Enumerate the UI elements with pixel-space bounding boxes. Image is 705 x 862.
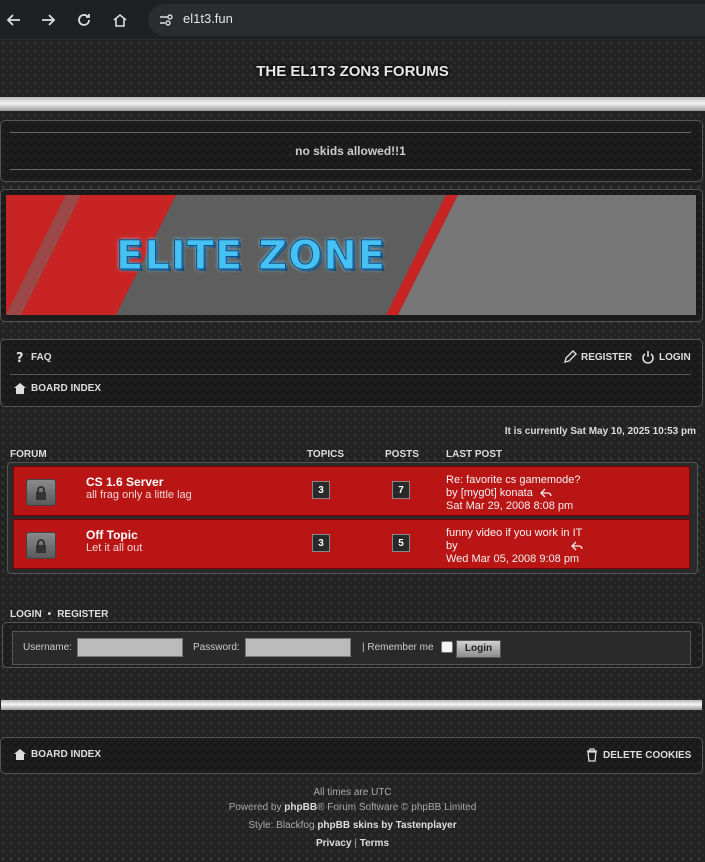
last-post-by: by <box>446 487 458 499</box>
last-post-time: Sat Mar 29, 2008 8:08 pm <box>446 500 574 512</box>
header-divider <box>0 97 705 111</box>
last-post-author-link[interactable]: [myg0t] konata <box>461 487 533 499</box>
home-icon <box>14 383 26 394</box>
login-form: Username: Password: | Remember me Login <box>12 631 691 665</box>
topics-count: 3 <box>312 481 330 499</box>
back-button[interactable] <box>0 6 28 34</box>
login-label: LOGIN <box>659 351 691 363</box>
login-header-link[interactable]: LOGIN <box>10 609 42 620</box>
board-index-label: BOARD INDEX <box>31 382 102 394</box>
footer-board-index-label: BOARD INDEX <box>31 748 102 760</box>
view-latest-post-icon[interactable] <box>570 541 583 551</box>
topics-count: 3 <box>312 534 330 552</box>
pencil-icon <box>564 350 577 363</box>
col-forum: FORUM <box>10 449 47 460</box>
powered-prefix: Powered by <box>228 802 282 813</box>
banner-logo-text: ELITE ZONE <box>115 233 387 280</box>
power-icon <box>642 351 654 364</box>
login-submit-button[interactable]: Login <box>456 640 501 658</box>
address-bar[interactable]: el1t3.fun <box>148 4 705 36</box>
home-icon <box>113 13 127 27</box>
policy-links: Privacy | Terms <box>0 838 705 849</box>
policy-separator: | <box>354 838 357 849</box>
current-time: It is currently Sat May 10, 2025 10:53 p… <box>504 426 696 437</box>
home-button[interactable] <box>106 6 134 34</box>
faq-label: FAQ <box>31 351 52 363</box>
site-tagline: no skids allowed!!1 <box>10 132 691 170</box>
footer-divider <box>1 700 702 710</box>
forum-locked-icon <box>26 479 56 506</box>
register-link[interactable]: REGISTER <box>563 350 632 364</box>
forward-button[interactable] <box>34 6 62 34</box>
login-link[interactable]: LOGIN <box>641 350 691 364</box>
forum-title-link[interactable]: CS 1.6 Server <box>86 475 163 489</box>
register-header-link[interactable]: REGISTER <box>57 609 108 620</box>
col-topics: TOPICS <box>307 449 345 460</box>
style-credit: Style: Blackfog phpBB skins by Tastenpla… <box>0 820 705 831</box>
nav-divider <box>10 374 691 375</box>
remember-me-checkbox[interactable] <box>441 641 453 653</box>
faq-link[interactable]: ? FAQ <box>13 350 52 364</box>
posts-count: 7 <box>392 481 410 499</box>
forum-locked-icon <box>26 532 56 559</box>
col-posts: POSTS <box>385 449 419 460</box>
register-label: REGISTER <box>581 351 633 363</box>
forum-row: Off Topic Let it all out 3 5 funny video… <box>13 519 690 569</box>
privacy-link[interactable]: Privacy <box>316 838 352 849</box>
site-title[interactable]: THE EL1T3 ZON3 FORUMS <box>0 63 705 80</box>
style-prefix: Style: Blackfog <box>248 820 315 831</box>
delete-cookies-link[interactable]: DELETE COOKIES <box>585 748 691 762</box>
url-text: el1t3.fun <box>183 11 233 26</box>
forum-description: all frag only a little lag <box>86 489 192 501</box>
timezone-note: All times are UTC <box>313 787 392 798</box>
arrow-right-icon <box>42 14 56 26</box>
site-banner[interactable]: ELITE ZONE <box>6 195 696 315</box>
reload-icon <box>78 14 90 26</box>
last-post-title-link[interactable]: Re: favorite cs gamemode? <box>446 474 596 487</box>
trash-icon <box>587 748 597 762</box>
home-icon <box>14 749 26 760</box>
forum-title-link[interactable]: Off Topic <box>86 528 138 542</box>
terms-link[interactable]: Terms <box>360 838 389 849</box>
last-post: funny video if you work in IT by Wed Mar… <box>446 527 596 566</box>
question-icon: ? <box>16 351 24 364</box>
site-settings-icon[interactable] <box>154 8 178 32</box>
powered-suffix: ® Forum Software © phpBB Limited <box>317 802 477 813</box>
password-label: Password: <box>193 642 240 653</box>
last-post-by: by <box>446 540 458 552</box>
svg-text:?: ? <box>16 351 24 364</box>
browser-toolbar: el1t3.fun <box>0 0 705 40</box>
forum-list: CS 1.6 Server all frag only a little lag… <box>7 462 698 574</box>
last-post-title-link[interactable]: funny video if you work in IT <box>446 527 596 540</box>
arrow-left-icon <box>6 14 20 26</box>
login-header-separator: • <box>47 609 52 620</box>
powered-by: Powered by phpBB® Forum Software © phpBB… <box>0 802 705 813</box>
last-post-time: Wed Mar 05, 2008 9:08 pm <box>446 553 580 565</box>
login-header: LOGIN • REGISTER <box>10 609 108 620</box>
footer-board-index-link[interactable]: BOARD INDEX <box>13 747 101 761</box>
delete-cookies-label: DELETE COOKIES <box>603 749 692 761</box>
password-field[interactable] <box>245 638 351 657</box>
reload-button[interactable] <box>70 6 98 34</box>
remember-me-label: | Remember me <box>362 642 434 653</box>
posts-count: 5 <box>392 534 410 552</box>
username-label: Username: <box>23 642 72 653</box>
col-last-post: LAST POST <box>446 449 503 460</box>
board-index-link[interactable]: BOARD INDEX <box>13 381 101 395</box>
username-field[interactable] <box>77 638 183 657</box>
forum-row: CS 1.6 Server all frag only a little lag… <box>13 466 690 516</box>
phpbb-link[interactable]: phpBB <box>284 802 317 813</box>
view-latest-post-icon[interactable] <box>539 488 552 498</box>
last-post: Re: favorite cs gamemode? by [myg0t] kon… <box>446 474 596 513</box>
forum-description: Let it all out <box>86 542 143 554</box>
tastenplayer-link[interactable]: phpBB skins by Tastenplayer <box>317 820 456 831</box>
